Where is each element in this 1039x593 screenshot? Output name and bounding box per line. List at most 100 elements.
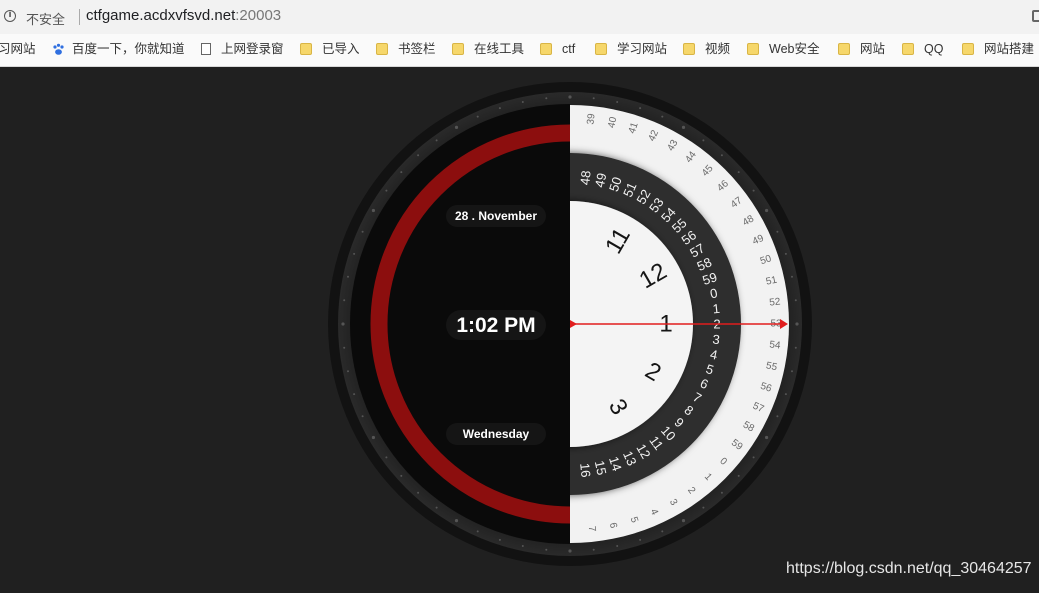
bezel-marker [776, 415, 779, 418]
bookmarks-bar: 习网站 百度一下，你就知道 上网登录窗 已导入 书签栏 在线工具 ctf 学习网… [0, 34, 1039, 67]
bezel-marker [592, 97, 595, 100]
clock-widget: 39 40 414243444546474849505152535455565758… [328, 82, 812, 566]
page-icon [201, 43, 211, 55]
url-host: ctfgame.acdxvfsvd.net [86, 7, 236, 24]
bezel-marker [343, 299, 346, 302]
minute-label: 3 [712, 332, 721, 348]
bookmark-item[interactable]: Web安全 [747, 34, 819, 66]
bezel-marker [784, 252, 787, 255]
bezel-marker [795, 322, 799, 326]
bezel-marker [616, 101, 619, 103]
folder-icon [962, 43, 974, 55]
bezel-marker [765, 208, 769, 213]
bezel-marker [353, 393, 356, 396]
divider [79, 9, 80, 25]
bookmark-item[interactable]: 网站搭建 [962, 34, 1034, 66]
baidu-paw-icon [53, 43, 64, 55]
bezel-marker [545, 548, 548, 551]
bezel-marker [794, 346, 797, 349]
bezel-marker [592, 548, 595, 551]
bezel-marker [794, 299, 797, 302]
bezel-marker [639, 107, 642, 110]
bookmark-item[interactable]: 已导入 [300, 34, 360, 66]
bezel-marker [702, 139, 705, 142]
bezel-marker [568, 95, 572, 99]
bezel-marker [353, 252, 356, 255]
bezel-marker [343, 346, 346, 349]
bezel-marker [737, 171, 740, 174]
browser-menu-icon[interactable] [1032, 10, 1039, 22]
bezel-marker [385, 456, 388, 459]
watermark: https://blog.csdn.net/qq_30464257 [786, 560, 1032, 577]
bezel-marker [720, 491, 723, 494]
bookmark-item[interactable]: 上网登录窗 [201, 34, 284, 66]
bookmark-item[interactable]: 学习网站 [595, 34, 667, 66]
bezel-marker [400, 474, 403, 477]
minute-label: 48 [577, 170, 593, 186]
bookmark-item[interactable]: ctf [540, 34, 575, 66]
bezel-marker [791, 370, 793, 373]
folder-icon [540, 43, 552, 55]
bezel-marker [752, 189, 755, 192]
info-icon[interactable]: i [4, 10, 16, 22]
bezel-marker [791, 275, 793, 278]
bezel-marker [347, 275, 349, 278]
bookmark-item[interactable]: 在线工具 [452, 34, 524, 66]
bezel-marker [776, 230, 779, 233]
folder-icon [902, 43, 914, 55]
folder-icon [838, 43, 850, 55]
bezel-marker [361, 230, 364, 233]
url-field[interactable]: ctfgame.acdxvfsvd.net:20003 [86, 7, 281, 24]
folder-icon [300, 43, 312, 55]
bezel-marker [417, 491, 420, 494]
bezel-marker [341, 322, 345, 326]
bezel-marker [720, 154, 723, 157]
bezel-marker [385, 189, 388, 192]
bookmark-item[interactable]: 习网站 [0, 34, 36, 66]
bezel-marker [498, 538, 501, 541]
bookmark-item[interactable]: 视频 [683, 34, 730, 66]
bezel-marker [521, 545, 524, 547]
bezel-marker [639, 538, 642, 541]
second-label: 54 [769, 339, 782, 351]
bezel-marker [371, 208, 375, 213]
bezel-marker [521, 101, 524, 103]
minute-label: 1 [712, 301, 721, 317]
bezel-marker [417, 154, 420, 157]
bookmark-item[interactable]: 百度一下，你就知道 [52, 34, 185, 66]
address-bar: i 不安全 ctfgame.acdxvfsvd.net:20003 [0, 0, 1039, 34]
bookmark-item[interactable]: 网站 [838, 34, 885, 66]
bezel-marker [784, 393, 787, 396]
bezel-marker [752, 456, 755, 459]
bezel-marker [681, 519, 686, 523]
bezel-marker [371, 435, 375, 440]
folder-icon [683, 43, 695, 55]
minute-label: 16 [577, 462, 593, 478]
second-label: 52 [769, 296, 782, 308]
bezel-marker [361, 415, 364, 418]
bezel-marker [765, 435, 769, 440]
bezel-marker [347, 370, 349, 373]
bezel-marker [568, 549, 572, 553]
folder-icon [595, 43, 607, 55]
minute-label: 15 [592, 459, 610, 476]
security-label[interactable]: 不安全 [26, 9, 65, 28]
bookmark-item[interactable]: 书签栏 [376, 34, 436, 66]
folder-icon [747, 43, 759, 55]
bezel-marker [681, 125, 686, 129]
bezel-marker [661, 530, 664, 533]
bezel-marker [545, 97, 548, 100]
bezel-marker [400, 171, 403, 174]
bezel-marker [454, 519, 459, 523]
bezel-marker [435, 506, 438, 509]
bezel-marker [435, 139, 438, 142]
date-label: 28 . November [455, 209, 537, 223]
folder-icon [376, 43, 388, 55]
folder-icon [452, 43, 464, 55]
bookmark-item[interactable]: QQ [902, 34, 943, 66]
time-label: 1:02 PM [456, 314, 535, 337]
page-content: 39 40 41 42 43 44 45 46 47 48 49 50 51 52 53 54 55 56 57 58… [0, 67, 1039, 588]
day-label: Wednesday [463, 427, 530, 441]
bezel-marker [702, 506, 705, 509]
bezel-marker [616, 545, 619, 547]
